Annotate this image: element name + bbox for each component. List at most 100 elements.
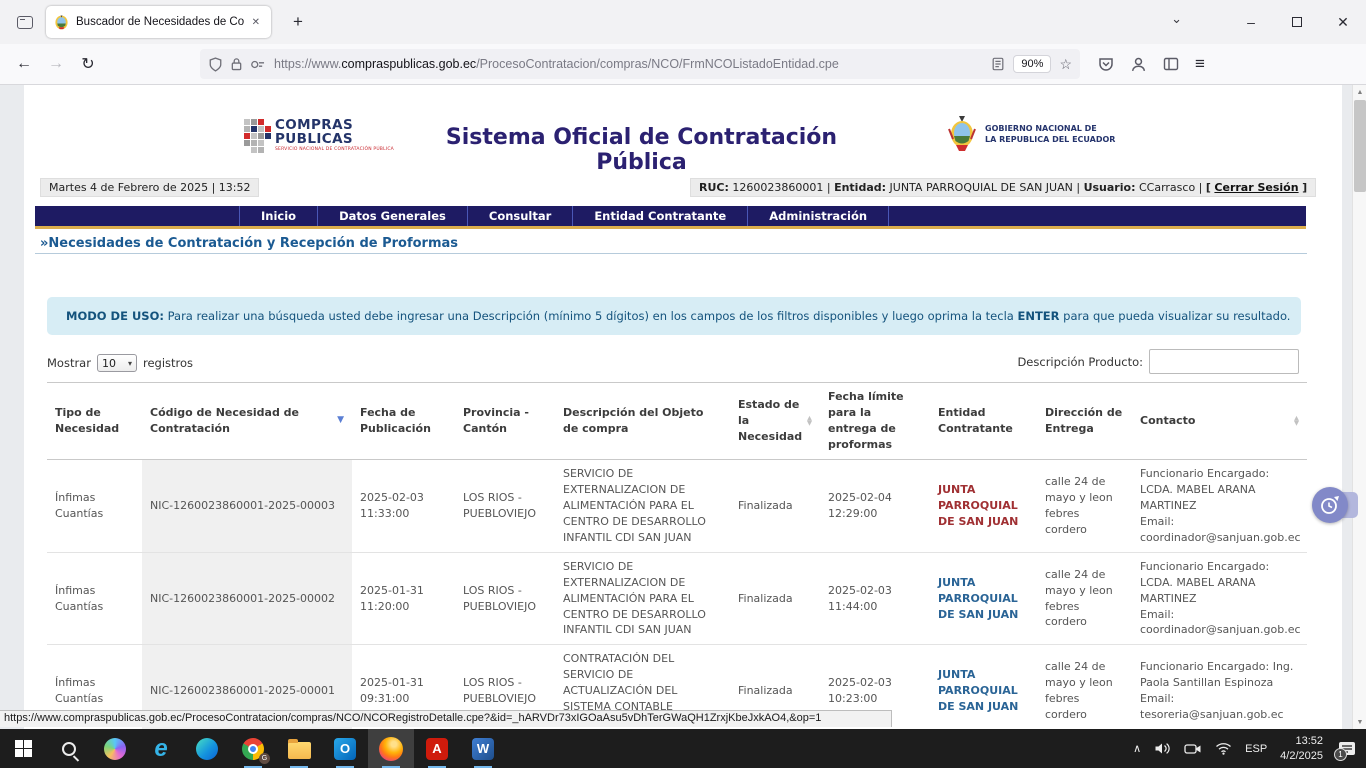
lock-icon[interactable] [230, 57, 243, 71]
nav-item-administracion[interactable]: Administración [748, 206, 889, 226]
minimize-button[interactable]: – [1228, 0, 1274, 44]
header-fecha-limite[interactable]: Fecha límite para la entrega de proforma… [820, 383, 930, 460]
entity-value: JUNTA PARROQUIAL DE SAN JUAN [890, 181, 1073, 194]
header-estado[interactable]: Estado de la Necesidad▲▼ [730, 383, 820, 460]
sort-both-icon: ▲▼ [1294, 416, 1299, 426]
new-tab-button[interactable]: + [285, 12, 311, 32]
taskbar-outlook-button[interactable]: O [322, 729, 368, 768]
ruc-value: 1260023860001 [732, 181, 823, 194]
url-path: /ProcesoContratacion/compras/NCO/FrmNCOL… [476, 57, 839, 71]
header-entidad[interactable]: Entidad Contratante [930, 383, 1037, 460]
sort-desc-icon: ▼ [337, 414, 344, 427]
copilot-icon [104, 738, 126, 760]
firefox-view-icon[interactable] [10, 7, 40, 37]
maximize-button[interactable] [1274, 0, 1320, 44]
volume-icon[interactable] [1154, 741, 1171, 756]
forward-button[interactable]: → [40, 49, 72, 79]
session-chip: RUC: 1260023860001 | Entidad: JUNTA PARR… [690, 178, 1316, 197]
close-button[interactable]: ✕ [1320, 0, 1366, 44]
maximize-icon [1292, 17, 1302, 27]
tray-time: 13:52 [1280, 734, 1323, 748]
site-title: Sistema Oficial de Contratación Pública [409, 125, 874, 175]
header-direccion[interactable]: Dirección de Entrega [1037, 383, 1132, 460]
file-explorer-icon [288, 742, 311, 759]
taskbar-word-button[interactable]: W [460, 729, 506, 768]
reload-button[interactable]: ↻ [72, 49, 104, 79]
entity-link[interactable]: JUNTA PARROQUIAL DE SAN JUAN [938, 483, 1018, 528]
entity-link[interactable]: JUNTA PARROQUIAL DE SAN JUAN [938, 668, 1018, 713]
windows-taskbar: e G O A W ∧ ESP 13:52 4/2/2025 1 [0, 729, 1366, 768]
shield-icon[interactable] [208, 57, 223, 72]
scrollbar-thumb[interactable] [1354, 100, 1366, 192]
meet-now-icon[interactable] [1184, 742, 1202, 756]
back-button[interactable]: ← [8, 49, 40, 79]
nav-item-entidad-contratante[interactable]: Entidad Contratante [573, 206, 748, 226]
sidebar-icon[interactable] [1163, 56, 1179, 72]
header-provincia[interactable]: Provincia - Cantón [455, 383, 555, 460]
bookmark-star-icon[interactable]: ☆ [1059, 56, 1072, 73]
product-description-input[interactable] [1149, 349, 1299, 374]
window-controls: ⌄ – ✕ [1171, 0, 1366, 44]
user-value: CCarrasco [1139, 181, 1195, 194]
edge-icon [196, 738, 218, 760]
taskbar-acrobat-button[interactable]: A [414, 729, 460, 768]
tab-list-chevron-icon[interactable]: ⌄ [1171, 11, 1182, 27]
account-icon[interactable] [1130, 56, 1147, 73]
header-contacto[interactable]: Contacto▲▼ [1132, 383, 1307, 460]
site-page: COMPRAS PUBLICAS SERVICIO NACIONAL DE CO… [24, 85, 1342, 729]
taskbar-firefox-button[interactable] [368, 729, 414, 768]
page-size-select[interactable]: 10 ▾ [97, 354, 137, 372]
permissions-icon[interactable] [250, 58, 266, 71]
scroll-up-arrow-icon[interactable]: ▲ [1353, 85, 1366, 99]
taskbar-edge-button[interactable] [184, 729, 230, 768]
tray-chevron-up-icon[interactable]: ∧ [1133, 742, 1141, 755]
pocket-icon[interactable] [1098, 56, 1114, 72]
taskbar-file-explorer-button[interactable] [276, 729, 322, 768]
entity-link[interactable]: JUNTA PARROQUIAL DE SAN JUAN [938, 576, 1018, 621]
gov-line2: LA REPUBLICA DEL ECUADOR [985, 134, 1115, 145]
header-tipo[interactable]: Tipo de Necesidad [47, 383, 142, 460]
zoom-level-badge[interactable]: 90% [1013, 55, 1051, 73]
gov-logo: GOBIERNO NACIONAL DE LA REPUBLICA DEL EC… [945, 115, 1115, 153]
taskbar-internet-explorer-button[interactable]: e [138, 729, 184, 768]
tab-close-icon[interactable]: ✕ [249, 15, 263, 30]
taskbar-search-button[interactable] [46, 729, 92, 768]
codigo-cell[interactable]: NIC-1260023860001-2025-00002 [142, 552, 352, 645]
url-domain: compraspublicas.gob.ec [341, 57, 476, 71]
screen-time-widget-icon[interactable] [1312, 487, 1348, 523]
nav-item-datos-generales[interactable]: Datos Generales [318, 206, 468, 226]
address-bar[interactable]: https://www.compraspublicas.gob.ec/Proce… [200, 49, 1080, 79]
header-fecha-publicacion[interactable]: Fecha de Publicación [352, 383, 455, 460]
header-codigo[interactable]: Código de Necesidad de Contratación▼ [142, 383, 352, 460]
logout-link[interactable]: Cerrar Sesión [1214, 181, 1298, 194]
user-label: Usuario: [1084, 181, 1136, 194]
tray-clock[interactable]: 13:52 4/2/2025 [1280, 734, 1323, 763]
nav-item-consultar[interactable]: Consultar [468, 206, 573, 226]
page-title: »Necesidades de Contratación y Recepción… [40, 236, 458, 251]
tab-title: Buscador de Necesidades de Co [76, 16, 249, 28]
toolbar-right-icons: ≡ [1098, 54, 1219, 74]
gov-line1: GOBIERNO NACIONAL DE [985, 123, 1115, 134]
wifi-icon[interactable] [1215, 742, 1232, 755]
menu-hamburger-icon[interactable]: ≡ [1195, 54, 1205, 74]
filter-label: Descripción Producto: [1017, 355, 1143, 369]
language-indicator[interactable]: ESP [1245, 743, 1267, 755]
tray-date: 4/2/2025 [1280, 749, 1323, 763]
internet-explorer-icon: e [154, 738, 167, 760]
show-label: Mostrar [47, 356, 91, 370]
nav-item-inicio[interactable]: Inicio [240, 206, 318, 226]
reader-view-icon[interactable] [991, 57, 1005, 71]
start-button[interactable] [0, 729, 46, 768]
scroll-down-arrow-icon[interactable]: ▼ [1353, 715, 1366, 729]
browser-toolbar: ← → ↻ https://www.compraspublicas.gob.ec… [0, 44, 1366, 85]
table-controls: Mostrar 10 ▾ registros Descripción Produ… [47, 349, 1301, 377]
taskbar-copilot-button[interactable] [92, 729, 138, 768]
sort-both-icon: ▲▼ [807, 416, 812, 426]
codigo-cell[interactable]: NIC-1260023860001-2025-00003 [142, 460, 352, 553]
logo-tagline: SERVICIO NACIONAL DE CONTRATACIÓN PÚBLIC… [275, 148, 394, 153]
notifications-button[interactable]: 1 [1336, 738, 1358, 760]
taskbar-chrome-button[interactable]: G [230, 729, 276, 768]
browser-tab[interactable]: Buscador de Necesidades de Co ✕ [46, 6, 271, 38]
header-descripcion[interactable]: Descripción del Objeto de compra [555, 383, 730, 460]
vertical-scrollbar[interactable]: ▲ ▼ [1352, 85, 1366, 729]
